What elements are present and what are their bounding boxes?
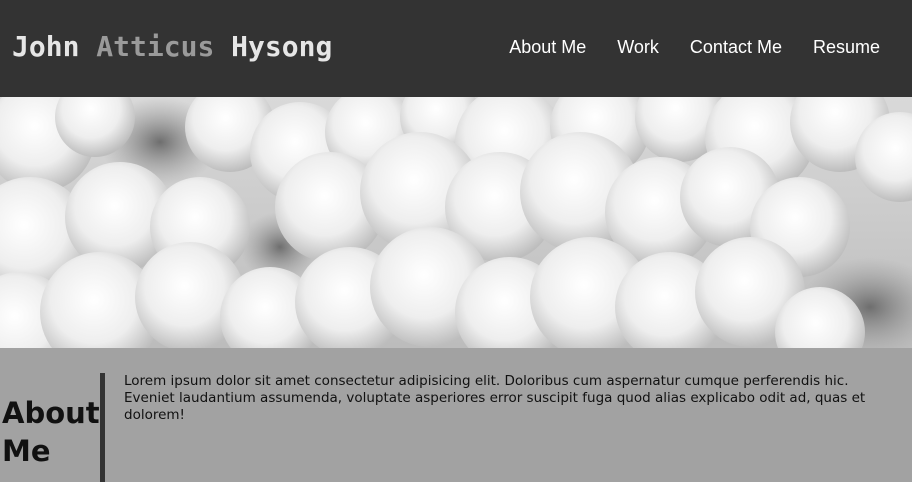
- nav-link-about-me[interactable]: About Me: [509, 34, 586, 60]
- about-heading: About Me: [2, 396, 100, 468]
- nav-link-contact-me[interactable]: Contact Me: [690, 34, 782, 60]
- hero-clouds-image: [0, 97, 912, 348]
- site-title: John Atticus Hysong: [12, 28, 332, 66]
- title-middle-name: Atticus: [96, 30, 215, 63]
- nav-link-work[interactable]: Work: [617, 34, 659, 60]
- main-nav: About Me Work Contact Me Resume: [509, 34, 880, 60]
- about-body-text: Lorem ipsum dolor sit amet consectetur a…: [124, 373, 866, 423]
- site-header: John Atticus Hysong About Me Work Contac…: [0, 0, 912, 97]
- title-first-name: John: [12, 30, 80, 63]
- about-divider: [100, 373, 105, 482]
- about-section: About Me Lorem ipsum dolor sit amet cons…: [0, 348, 912, 482]
- nav-link-resume[interactable]: Resume: [813, 34, 880, 60]
- title-last-name: Hysong: [231, 30, 333, 63]
